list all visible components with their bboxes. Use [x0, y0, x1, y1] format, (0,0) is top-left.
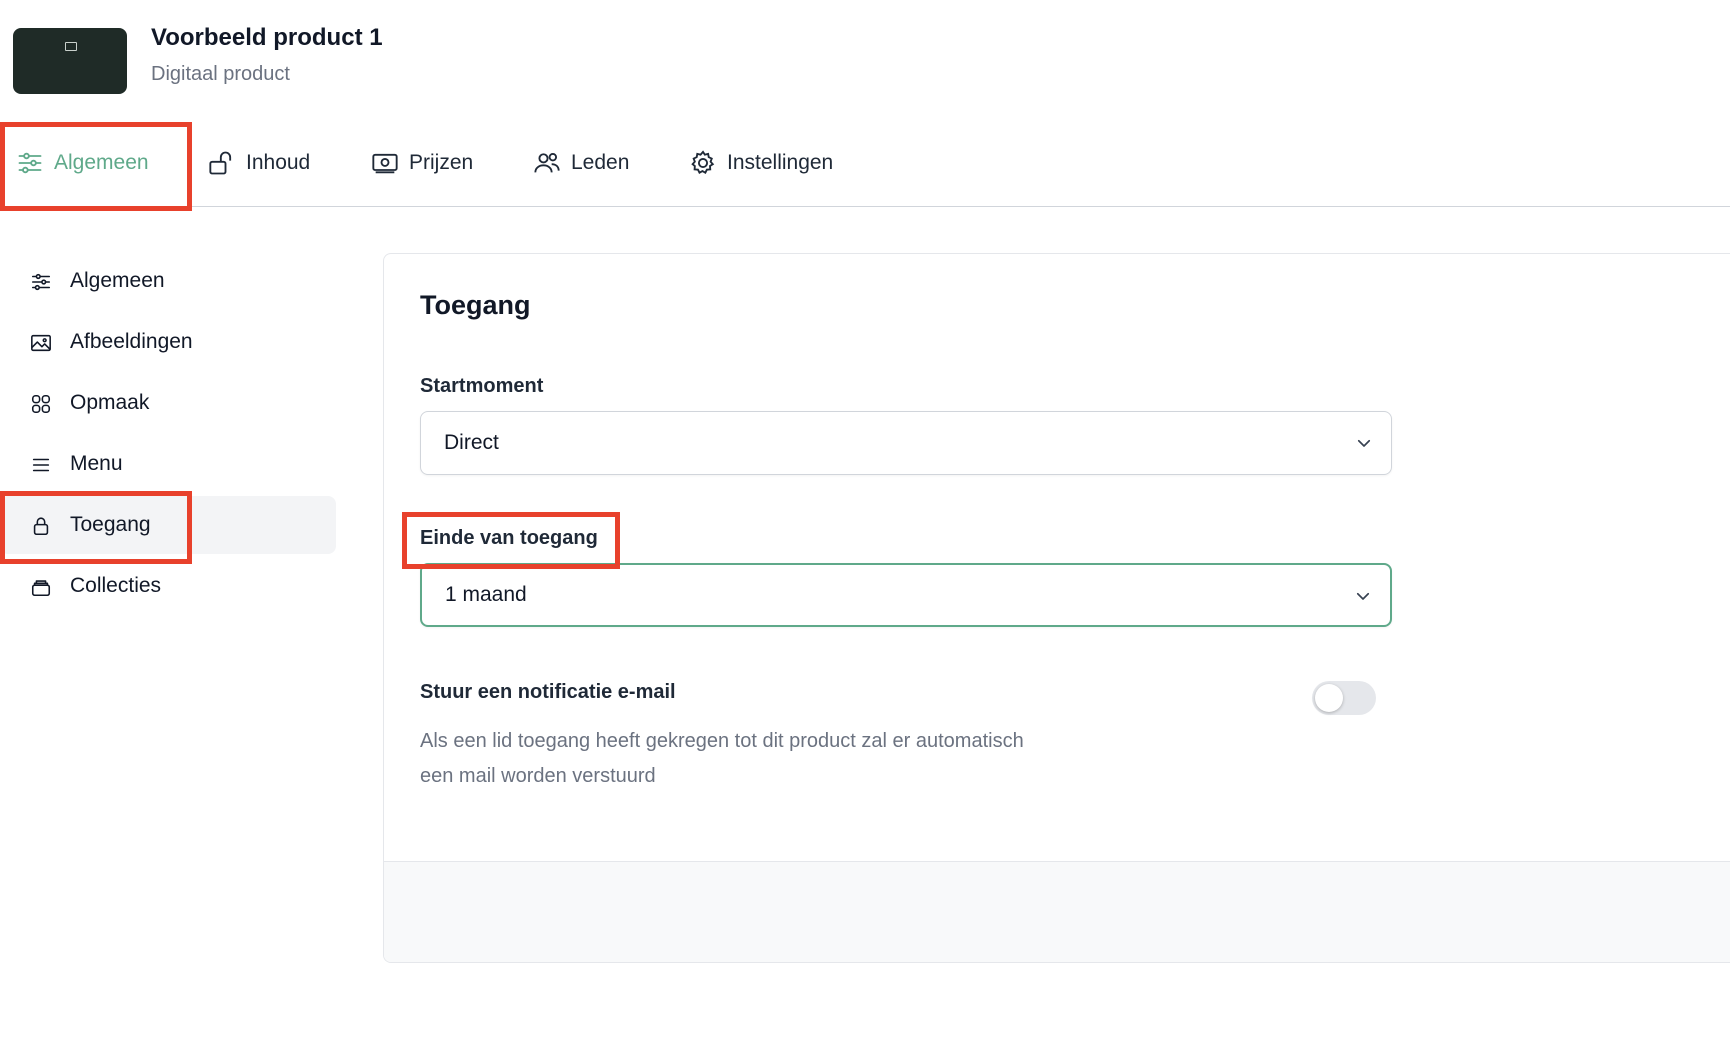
tab-label: Leden — [571, 151, 630, 174]
einde-value: 1 maand — [445, 583, 527, 606]
sidebar-item-label: Afbeeldingen — [70, 330, 193, 353]
tab-label: Algemeen — [54, 151, 149, 174]
startmoment-select[interactable]: Direct — [420, 411, 1392, 475]
chevron-down-icon — [1357, 439, 1371, 447]
gear-icon — [691, 150, 715, 174]
sidebar-item-afbeeldingen[interactable]: Afbeeldingen — [0, 313, 336, 371]
notification-description: Als een lid toegang heeft gekregen tot d… — [420, 730, 1024, 787]
tab-bar: Algemeen Inhoud Prijzen Leden Instelling… — [0, 120, 1730, 207]
startmoment-label: Startmoment — [420, 375, 544, 397]
tab-label: Inhoud — [246, 151, 311, 174]
einde-select[interactable]: 1 maand — [420, 563, 1392, 627]
card-heading: Toegang — [420, 290, 531, 320]
sidebar-item-label: Opmaak — [70, 391, 150, 414]
toegang-card: Toegang Startmoment Direct Einde van toe… — [383, 253, 1730, 963]
product-thumbnail — [13, 28, 127, 94]
card-footer — [384, 861, 1730, 962]
thumbnail-screen-icon — [65, 42, 77, 51]
tab-inhoud[interactable]: Inhoud — [208, 120, 310, 206]
tab-label: Prijzen — [409, 151, 474, 174]
unlock-icon — [209, 151, 232, 175]
sidebar-item-label: Toegang — [70, 513, 151, 536]
sliders-icon — [31, 273, 51, 291]
collection-icon — [31, 580, 51, 597]
chevron-down-icon — [1356, 592, 1370, 600]
users-icon — [534, 152, 560, 173]
startmoment-value: Direct — [444, 431, 499, 454]
sidebar-item-toegang[interactable]: Toegang — [0, 496, 336, 554]
tab-prijzen[interactable]: Prijzen — [371, 120, 473, 206]
product-title: Voorbeeld product 1 — [151, 24, 383, 51]
toggle-knob — [1315, 684, 1343, 712]
tab-leden[interactable]: Leden — [533, 120, 629, 206]
einde-label: Einde van toegang — [420, 527, 598, 549]
sidebar-item-menu[interactable]: Menu — [0, 435, 336, 493]
lock-icon — [33, 517, 49, 536]
product-subtitle: Digitaal product — [151, 63, 290, 85]
sidebar-item-label: Menu — [70, 452, 123, 475]
tab-algemeen[interactable]: Algemeen — [16, 120, 149, 206]
grid-icon — [31, 394, 51, 414]
sidebar-item-label: Collecties — [70, 574, 162, 597]
banknote-icon — [372, 153, 398, 174]
sidebar-item-opmaak[interactable]: Opmaak — [0, 374, 336, 432]
image-icon — [31, 334, 51, 352]
notification-toggle[interactable] — [1312, 681, 1376, 715]
tab-label: Instellingen — [727, 151, 834, 174]
notification-title: Stuur een notificatie e-mail — [420, 681, 676, 703]
sidebar-item-collecties[interactable]: Collecties — [0, 557, 336, 615]
tab-instellingen[interactable]: Instellingen — [689, 120, 833, 206]
sliders-icon — [18, 152, 42, 174]
menu-icon — [32, 458, 50, 472]
sidebar-item-label: Algemeen — [70, 269, 165, 292]
sidebar-item-algemeen[interactable]: Algemeen — [0, 252, 336, 310]
